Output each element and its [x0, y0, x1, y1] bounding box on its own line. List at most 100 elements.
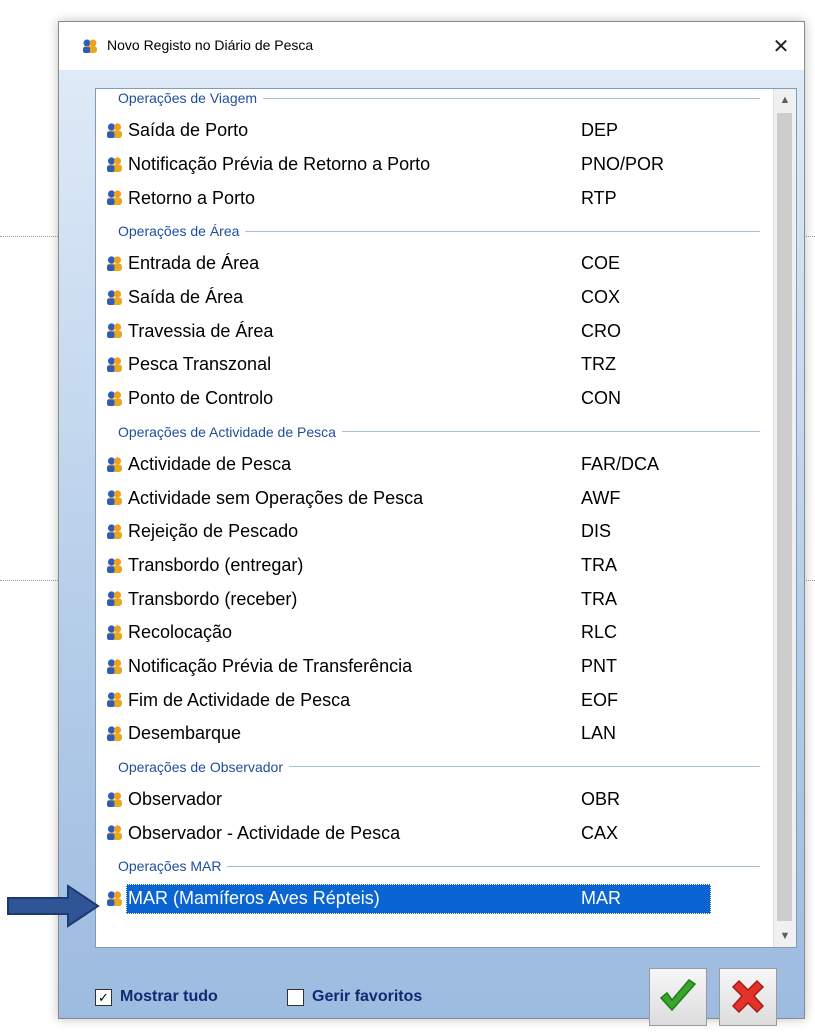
scroll-up-icon[interactable]: ▲ [774, 89, 796, 111]
arrow-right-icon [7, 884, 100, 928]
item-label: Desembarque [128, 723, 242, 744]
list-item[interactable]: Actividade de Pesca FAR/DCA [96, 448, 766, 482]
close-button[interactable]: ✕ [758, 22, 804, 70]
scrollbar-thumb[interactable] [777, 113, 792, 921]
list-item[interactable]: Observador OBR [96, 783, 766, 817]
users-icon [107, 290, 122, 305]
group-divider [341, 431, 760, 432]
group-header: Operações MAR [96, 850, 766, 882]
item-code: COX [581, 287, 621, 308]
manage-favorites-label: Gerir favoritos [312, 988, 423, 1005]
item-code: TRA [581, 554, 617, 575]
item-label: Observador [128, 789, 223, 810]
item-label: Recolocação [128, 622, 233, 643]
users-icon [107, 456, 122, 472]
dialog-body: Operações de Viagem Saída de Porto DEP Noti… [59, 70, 804, 1026]
group-label: Operações de Observador [118, 758, 283, 775]
item-code: LAN [581, 723, 617, 744]
list-item[interactable]: Saída de Porto DEP [96, 114, 766, 148]
item-code: DIS [581, 521, 612, 542]
list-item[interactable]: Pesca Transzonal TRZ [96, 348, 766, 382]
title-bar: Novo Registo no Diário de Pesca ✕ [59, 22, 804, 70]
operation-list-content: Operações de Viagem Saída de Porto DEP Noti… [96, 89, 766, 916]
item-label: Rejeição de Pescado [128, 521, 299, 542]
list-item[interactable]: Recolocação RLC [96, 616, 766, 650]
users-icon [107, 190, 122, 206]
window-title: Novo Registo no Diário de Pesca [107, 37, 314, 53]
item-code: TRA [581, 588, 617, 609]
show-all-label: Mostrar tudo [120, 988, 218, 1005]
item-code: RTP [581, 187, 617, 208]
item-label: Notificação Prévia de Retorno a Porto [128, 154, 431, 175]
users-icon [107, 391, 122, 406]
item-code: CON [581, 388, 621, 409]
show-all-checkbox[interactable]: ✓ Mostrar tudo [95, 988, 218, 1006]
group-divider [227, 865, 760, 867]
list-item[interactable]: Transbordo (entregar) TRA [96, 549, 766, 583]
users-icon [107, 323, 122, 339]
item-label: Transbordo (entregar) [128, 554, 304, 575]
list-item[interactable]: Ponto de Controlo CON [96, 382, 766, 416]
users-icon [107, 490, 122, 506]
group-divider [288, 766, 760, 768]
group-divider [245, 230, 760, 232]
item-code: AWF [581, 487, 621, 508]
checkbox-checked-icon: ✓ [95, 988, 112, 1006]
item-code: CAX [581, 822, 619, 843]
list-item[interactable]: MAR (Mamíferos Aves Répteis) MAR [96, 882, 766, 916]
item-label: MAR (Mamíferos Aves Répteis) [128, 888, 380, 909]
dialog-new-logbook-entry: Novo Registo no Diário de Pesca ✕ Operaç… [58, 21, 805, 1026]
list-item[interactable]: Fim de Actividade de Pesca EOF [96, 683, 766, 717]
users-icon [107, 625, 122, 640]
group-label: Operações MAR [118, 858, 222, 875]
list-item[interactable]: Rejeição de Pescado DIS [96, 515, 766, 549]
item-label: Entrada de Área [128, 253, 260, 274]
operation-list[interactable]: Operações de Viagem Saída de Porto DEP Noti… [95, 88, 797, 948]
close-icon: ✕ [772, 35, 790, 58]
item-code: FAR/DCA [581, 453, 660, 474]
group-label: Operações de Viagem [118, 90, 258, 106]
list-item[interactable]: Observador - Actividade de Pesca CAX [96, 816, 766, 850]
users-icon [107, 659, 122, 674]
list-item[interactable]: Travessia de Área CRO [96, 314, 766, 348]
checkmark-icon [659, 979, 697, 1012]
users-icon [107, 726, 122, 741]
vertical-scrollbar[interactable]: ▲ ▼ [773, 89, 796, 947]
list-item[interactable]: Transbordo (receber) TRA [96, 582, 766, 616]
users-icon [107, 157, 122, 172]
item-label: Observador - Actividade de Pesca [128, 822, 401, 843]
item-code: OBR [581, 789, 621, 810]
list-item[interactable]: Entrada de Área COE [96, 247, 766, 281]
cancel-button[interactable] [719, 968, 777, 1026]
users-icon [107, 591, 122, 607]
item-label: Fim de Actividade de Pesca [128, 689, 351, 710]
list-item[interactable]: Notificação Prévia de Transferência PNT [96, 650, 766, 684]
item-label: Transbordo (receber) [128, 588, 298, 609]
item-code: COE [581, 253, 621, 274]
ok-button[interactable] [649, 968, 707, 1026]
item-code: MAR [581, 888, 621, 909]
item-label: Notificação Prévia de Transferência [128, 655, 413, 676]
app-icon [83, 39, 97, 53]
item-label: Pesca Transzonal [128, 354, 272, 375]
group-header: Operações de Área [96, 215, 766, 247]
scroll-down-icon[interactable]: ▼ [774, 925, 796, 947]
item-code: TRZ [581, 354, 616, 375]
manage-favorites-checkbox[interactable]: Gerir favoritos [287, 988, 422, 1006]
users-icon [107, 123, 122, 138]
users-icon [107, 557, 122, 573]
item-label: Retorno a Porto [128, 187, 256, 208]
list-item[interactable]: Retorno a Porto RTP [96, 181, 766, 215]
group-divider [263, 97, 760, 99]
item-label: Saída de Porto [128, 120, 249, 141]
item-code: PNO/POR [581, 154, 665, 175]
list-item[interactable]: Saída de Área COX [96, 281, 766, 315]
list-item[interactable]: Desembarque LAN [96, 717, 766, 751]
list-item[interactable]: Actividade sem Operações de Pesca AWF [96, 481, 766, 515]
users-icon [107, 825, 122, 841]
group-header: Operações de Actividade de Pesca [96, 416, 766, 448]
list-item[interactable]: Notificação Prévia de Retorno a Porto PNO… [96, 148, 766, 182]
item-code: CRO [581, 320, 621, 341]
users-icon [107, 524, 122, 539]
item-label: Ponto de Controlo [128, 388, 274, 409]
